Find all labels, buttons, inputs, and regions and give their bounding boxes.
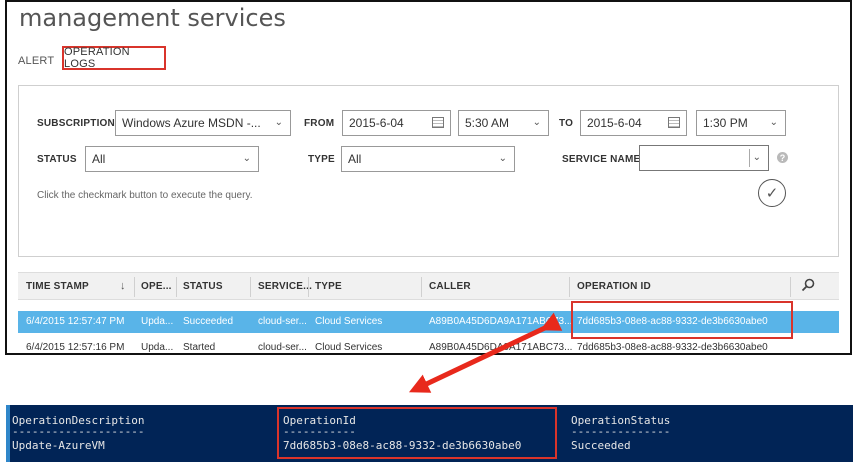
status-select[interactable]: All ⌄ xyxy=(85,146,259,172)
cell-status: Started xyxy=(183,342,216,353)
cell-service: cloud-ser... xyxy=(258,342,307,353)
search-icon[interactable] xyxy=(800,277,816,293)
tab-alert[interactable]: ALERT xyxy=(18,55,54,67)
column-header-service[interactable]: SERVICE... xyxy=(258,281,312,292)
query-hint-text: Click the checkmark button to execute th… xyxy=(37,190,253,201)
table-row[interactable]: 6/4/2015 12:57:16 PM Upda... Started clo… xyxy=(18,337,839,353)
tab-operation-logs[interactable]: OPERATION LOGS xyxy=(62,46,166,70)
chevron-down-icon: ⌄ xyxy=(769,117,778,128)
subscription-label: SUBSCRIPTION xyxy=(37,118,115,129)
cell-caller: A89B0A45D6DA9A171ABC73... xyxy=(429,342,573,353)
chevron-down-icon[interactable]: ⌄ xyxy=(753,152,761,163)
column-header-status[interactable]: STATUS xyxy=(183,281,223,292)
help-icon[interactable]: ? xyxy=(777,152,788,163)
column-header-time-stamp[interactable]: TIME STAMP xyxy=(26,281,89,292)
to-time-select[interactable]: 1:30 PM ⌄ xyxy=(696,110,786,136)
cell-type: Cloud Services xyxy=(315,342,383,353)
chevron-down-icon: ⌄ xyxy=(274,117,283,128)
chevron-down-icon: ⌄ xyxy=(498,153,507,164)
console-value-description: Update-AzureVM xyxy=(12,439,105,452)
to-date-value: 2015-6-04 xyxy=(587,116,642,130)
console-underline-description: -------------------- xyxy=(12,425,145,438)
powershell-console: OperationDescription -------------------… xyxy=(6,405,853,462)
to-date-input[interactable]: 2015-6-04 xyxy=(580,110,687,136)
management-services-portal: management services ALERT OPERATION LOGS… xyxy=(5,0,852,355)
query-filter-panel: SUBSCRIPTION Windows Azure MSDN -... ⌄ F… xyxy=(18,85,839,257)
service-name-combobox[interactable]: ⌄ xyxy=(639,145,769,171)
console-edge-bar xyxy=(6,405,10,462)
from-label: FROM xyxy=(304,118,335,129)
cell-operation-id: 7dd685b3-08e8-ac88-9332-de3b6630abe0 xyxy=(577,342,768,353)
calendar-icon[interactable] xyxy=(432,117,444,128)
cell-status: Succeeded xyxy=(183,316,234,327)
checkmark-icon: ✓ xyxy=(765,185,779,202)
execute-query-button[interactable]: ✓ xyxy=(758,179,786,207)
chevron-down-icon: ⌄ xyxy=(242,153,251,164)
type-value: All xyxy=(348,152,362,166)
chevron-down-icon: ⌄ xyxy=(532,117,541,128)
column-divider xyxy=(176,277,177,297)
to-label: TO xyxy=(559,118,574,129)
calendar-icon[interactable] xyxy=(668,117,680,128)
column-header-caller[interactable]: CALLER xyxy=(429,281,471,292)
from-date-input[interactable]: 2015-6-04 xyxy=(342,110,451,136)
grid-header: TIME STAMP ↓ OPE... STATUS SERVICE... TY… xyxy=(18,272,839,300)
column-divider xyxy=(421,277,422,297)
column-header-operation[interactable]: OPE... xyxy=(141,281,172,292)
column-header-type[interactable]: TYPE xyxy=(315,281,342,292)
cell-service: cloud-ser... xyxy=(258,316,307,327)
to-time-value: 1:30 PM xyxy=(703,116,748,130)
type-label: TYPE xyxy=(308,154,335,165)
column-divider xyxy=(308,277,309,297)
subscription-value: Windows Azure MSDN -... xyxy=(122,116,261,130)
cell-caller: A89B0A45D6DA9A171ABC73... xyxy=(429,316,573,327)
from-time-select[interactable]: 5:30 AM ⌄ xyxy=(458,110,549,136)
cell-type: Cloud Services xyxy=(315,316,383,327)
cell-time-stamp: 6/4/2015 12:57:47 PM xyxy=(26,316,125,327)
console-value-status: Succeeded xyxy=(571,439,631,452)
cell-operation: Upda... xyxy=(141,342,174,353)
column-divider xyxy=(250,277,251,297)
combobox-divider xyxy=(749,149,750,167)
from-time-value: 5:30 AM xyxy=(465,116,510,130)
type-select[interactable]: All ⌄ xyxy=(341,146,515,172)
sort-descending-icon[interactable]: ↓ xyxy=(120,280,126,292)
service-name-label: SERVICE NAME xyxy=(562,154,641,165)
column-divider xyxy=(790,277,791,297)
operation-id-highlight xyxy=(571,301,793,339)
column-divider xyxy=(569,277,570,297)
status-label: STATUS xyxy=(37,154,77,165)
cell-time-stamp: 6/4/2015 12:57:16 PM xyxy=(26,342,125,353)
from-date-value: 2015-6-04 xyxy=(349,116,404,130)
column-header-operation-id[interactable]: OPERATION ID xyxy=(577,281,651,292)
cell-operation: Upda... xyxy=(141,316,174,327)
status-value: All xyxy=(92,152,106,166)
page-title: management services xyxy=(19,4,286,32)
subscription-select[interactable]: Windows Azure MSDN -... ⌄ xyxy=(115,110,291,136)
console-operation-id-highlight xyxy=(277,407,557,459)
console-underline-status: --------------- xyxy=(571,425,671,438)
column-divider xyxy=(134,277,135,297)
